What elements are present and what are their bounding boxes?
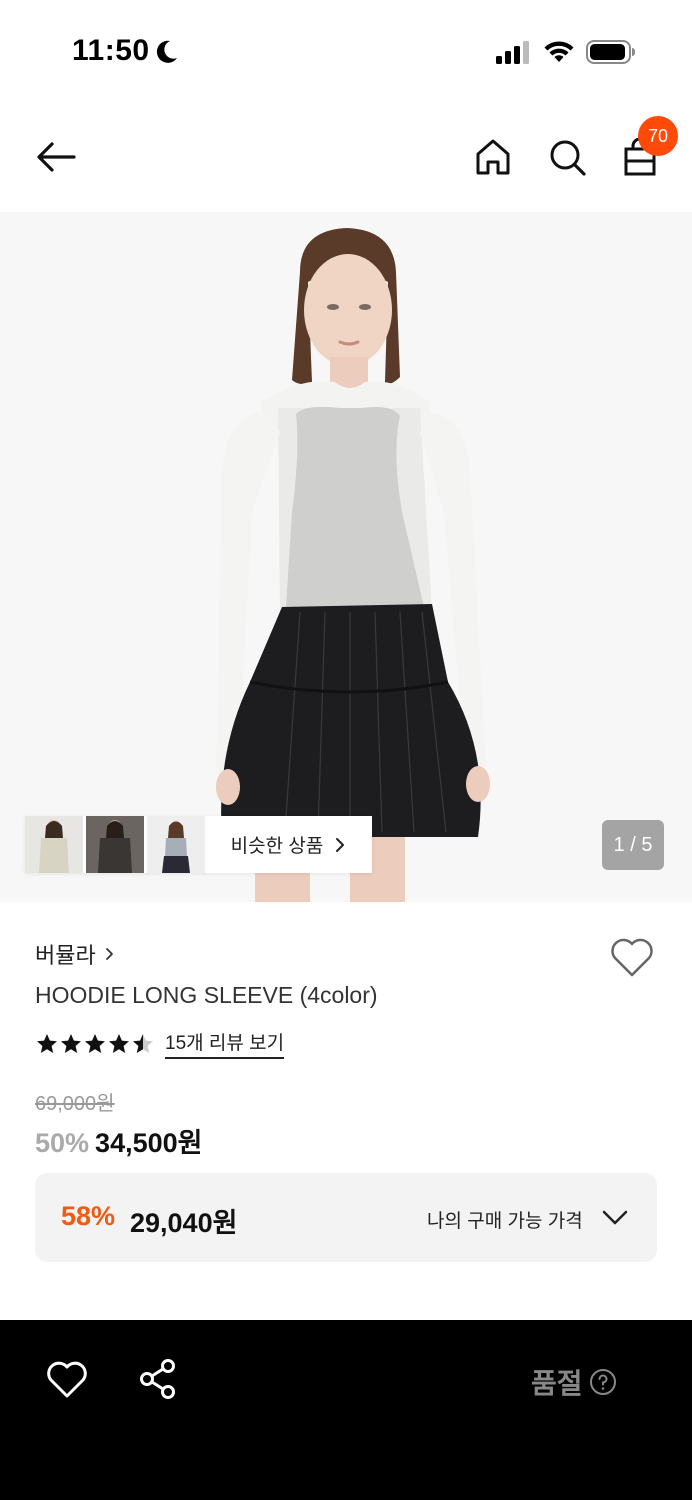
similar-products-label: 비슷한 상품 bbox=[230, 836, 324, 857]
thumbnail-image bbox=[86, 816, 144, 873]
similar-products-button[interactable]: 비슷한 상품 bbox=[208, 816, 372, 873]
star-half-icon bbox=[133, 1033, 153, 1053]
brand-link[interactable]: 버뮬라 bbox=[35, 938, 118, 970]
discount-rate: 50% bbox=[35, 1128, 90, 1158]
thumbnail-image bbox=[147, 816, 205, 873]
chevron-down-icon bbox=[602, 1210, 628, 1225]
sale-price-row: 50% 34,500원 bbox=[35, 1121, 202, 1160]
my-price: 29,040원 bbox=[130, 1208, 238, 1238]
my-discount-rate: 58% bbox=[61, 1201, 116, 1231]
status-bar: 11:50 bbox=[0, 0, 692, 104]
chevron-right-icon bbox=[105, 948, 113, 960]
similar-product-thumbnail[interactable] bbox=[147, 816, 205, 873]
sold-out-label: 품절 bbox=[531, 1362, 617, 1402]
top-nav-bar bbox=[0, 104, 692, 212]
battery-icon bbox=[586, 40, 635, 64]
share-icon[interactable] bbox=[137, 1358, 179, 1400]
search-button[interactable] bbox=[545, 135, 589, 179]
help-icon[interactable] bbox=[589, 1368, 617, 1396]
cart-count-badge: 70 bbox=[638, 116, 678, 156]
bottom-action-bar: 품절 bbox=[0, 1320, 692, 1500]
rating-row: 15개 리뷰 보기 bbox=[35, 1028, 285, 1059]
original-price: 69,000원 bbox=[35, 1093, 115, 1115]
my-purchase-price-box[interactable]: 58% 29,040원 나의 구매 가능 가격 bbox=[35, 1173, 657, 1262]
heart-icon[interactable] bbox=[609, 936, 655, 978]
star-filled-icon bbox=[61, 1033, 81, 1053]
sold-out-text: 품절 bbox=[531, 1368, 583, 1399]
heart-icon[interactable] bbox=[46, 1360, 88, 1400]
product-photo bbox=[0, 212, 692, 902]
star-rating bbox=[35, 1032, 155, 1056]
star-filled-icon bbox=[109, 1033, 129, 1053]
chevron-right-icon bbox=[336, 837, 345, 852]
sale-price: 34,500원 bbox=[95, 1128, 203, 1158]
star-filled-icon bbox=[85, 1033, 105, 1053]
wifi-icon bbox=[544, 41, 574, 62]
my-price-label: 나의 구매 가능 가격 bbox=[427, 1211, 583, 1232]
search-icon bbox=[550, 140, 586, 176]
product-name: HOODIE LONG SLEEVE (4color) bbox=[35, 982, 378, 1008]
product-image[interactable] bbox=[0, 212, 692, 902]
similar-products-strip[interactable]: 비슷한 상품 bbox=[25, 816, 372, 873]
back-button[interactable] bbox=[34, 135, 78, 179]
star-filled-icon bbox=[37, 1033, 57, 1053]
brand-name: 버뮬라 bbox=[35, 943, 96, 968]
home-button[interactable] bbox=[471, 135, 515, 179]
similar-product-thumbnail[interactable] bbox=[86, 816, 144, 873]
thumbnail-image bbox=[25, 816, 83, 873]
reviews-link[interactable]: 15개 리뷰 보기 bbox=[165, 1028, 285, 1059]
similar-product-thumbnail[interactable] bbox=[25, 816, 83, 873]
status-time: 11:50 bbox=[72, 34, 150, 67]
cellular-signal-icon bbox=[496, 41, 529, 64]
arrow-left-icon bbox=[37, 142, 76, 172]
moon-icon bbox=[156, 40, 177, 63]
image-page-indicator: 1 / 5 bbox=[602, 820, 664, 870]
home-icon bbox=[476, 139, 510, 175]
